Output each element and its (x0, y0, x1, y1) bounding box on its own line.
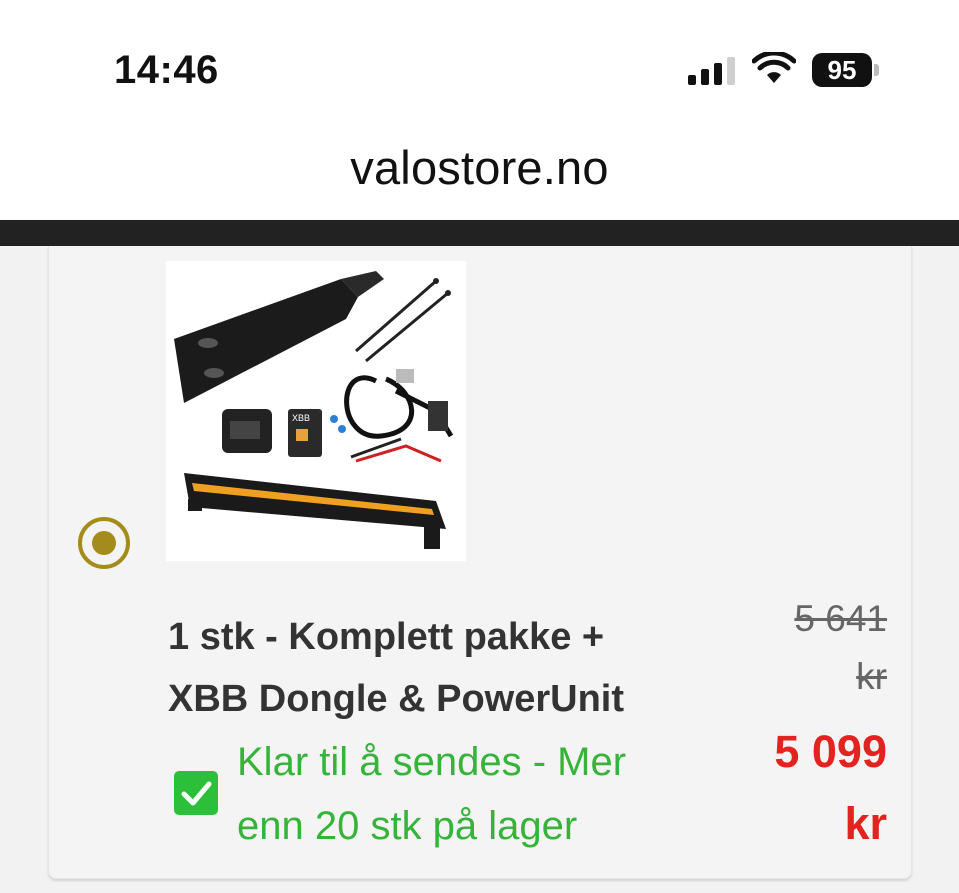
sale-price-currency: kr (844, 798, 887, 849)
header-bar (0, 220, 959, 246)
status-time: 14:46 (114, 48, 219, 92)
product-kit-illustration: XBB (174, 271, 454, 549)
product-name-line-2: XBB Dongle & PowerUnit (168, 678, 625, 720)
sale-price: 5 099 kr (687, 716, 887, 860)
product-name: 1 stk - Komplett pakke + XBB Dongle & Po… (168, 606, 708, 730)
stock-status-line-2: enn 20 stk på lager (237, 804, 578, 848)
sale-price-amount: 5 099 (774, 726, 887, 777)
original-price-amount: 5 641 (794, 598, 887, 639)
battery-cap (874, 64, 879, 76)
stock-status-line-1: Klar til å sendes - Mer (237, 740, 627, 784)
battery-icon: 95 (812, 53, 872, 87)
svg-text:XBB: XBB (292, 413, 310, 423)
original-price-currency: kr (856, 656, 887, 697)
wifi-icon (752, 52, 796, 83)
radio-selected-dot (92, 531, 116, 555)
stock-check-icon (174, 771, 218, 815)
product-name-line-1: 1 stk - Komplett pakke + (168, 616, 605, 658)
select-radio-button[interactable] (78, 517, 130, 569)
signal-icon (688, 55, 736, 85)
stock-status: Klar til å sendes - Mer enn 20 stk på la… (237, 730, 707, 858)
url-domain[interactable]: valostore.no (0, 140, 959, 195)
product-image: XBB (166, 261, 466, 561)
original-price: 5 641 kr (687, 590, 887, 706)
